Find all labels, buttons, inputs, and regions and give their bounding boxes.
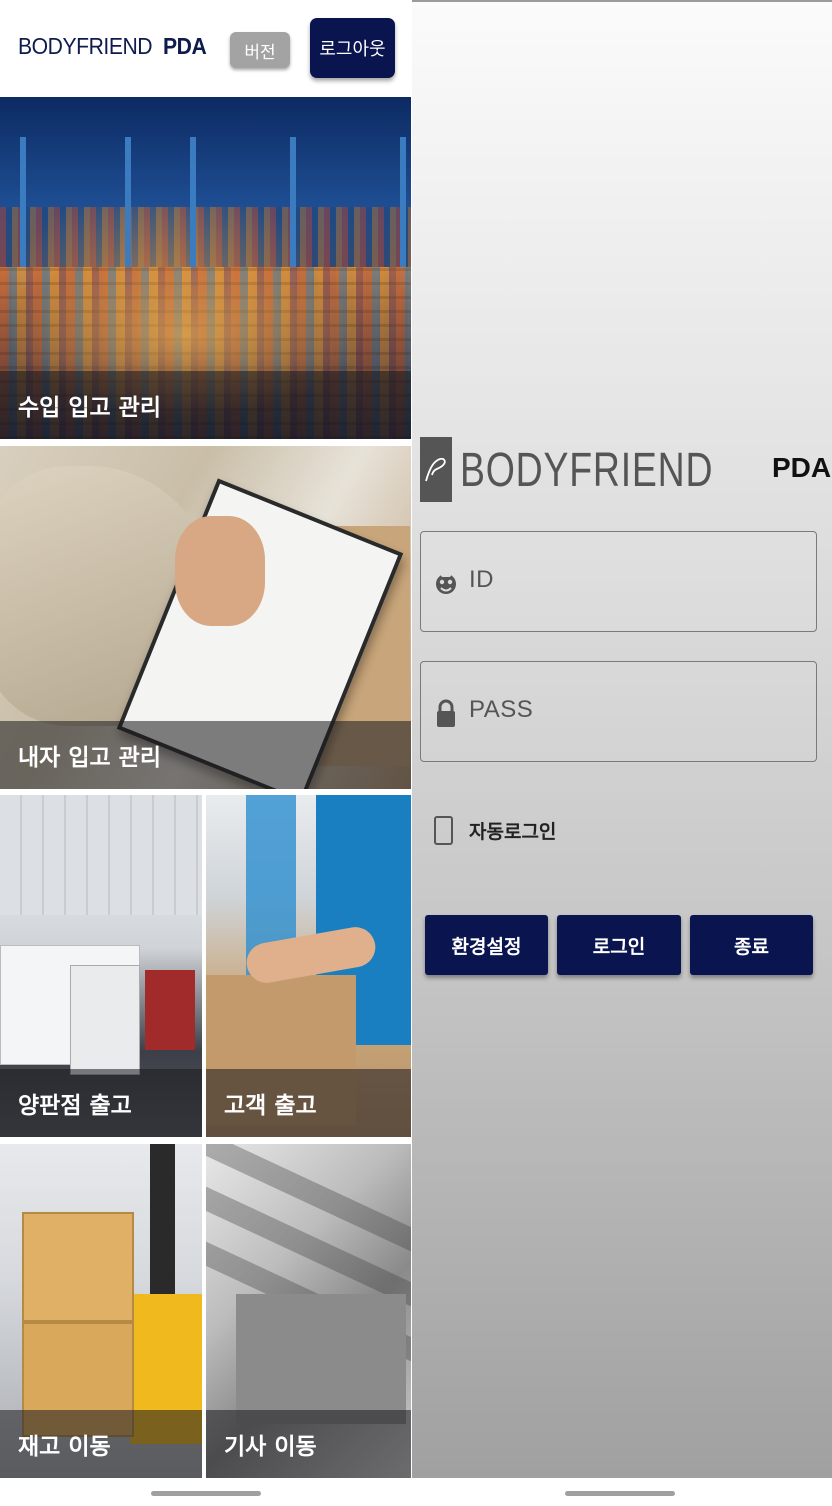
tile-label: 수입 입고 관리 [0,371,411,439]
brand-suffix: PDA [162,33,207,59]
tile-stock-transfer[interactable]: 재고 이동 [0,1144,202,1478]
login-brand-logo: BODYFRIEND [460,444,714,497]
moving-image [236,1294,406,1424]
home-indicator[interactable] [565,1491,675,1496]
tile-label: 재고 이동 [0,1410,202,1478]
user-face-icon [435,568,457,598]
id-field[interactable]: ID [420,531,817,632]
dual-screen: BODYFRIEND PDA 버전 로그아웃 수입 입고 관리 내자 입고 관리 [0,0,832,1506]
menu-header: BODYFRIEND PDA 버전 로그아웃 [0,0,412,97]
forklift-image [22,1212,134,1322]
login-screen: BODYFRIEND PDA ID PASS 자동로그인 환경설정 로그인 종료 [412,0,832,1506]
system-nav-bar [0,1478,412,1506]
pda-label: PDA [772,452,832,483]
lock-icon [435,698,457,728]
brand-main: BODYFRIEND [18,33,153,59]
tile-domestic-receiving[interactable]: 내자 입고 관리 [0,446,411,789]
pass-placeholder: PASS [469,696,534,723]
auto-login-label: 자동로그인 [469,820,557,843]
tile-label: 기사 이동 [206,1410,411,1478]
login-button[interactable]: 로그인 [557,915,681,975]
settings-button[interactable]: 환경설정 [425,915,548,975]
menu-screen: BODYFRIEND PDA 버전 로그아웃 수입 입고 관리 내자 입고 관리 [0,0,412,1506]
tile-import-receiving[interactable]: 수입 입고 관리 [0,97,411,439]
tile-customer-shipping[interactable]: 고객 출고 [206,795,411,1137]
tile-driver-transfer[interactable]: 기사 이동 [206,1144,411,1478]
auto-login-row[interactable]: 자동로그인 [434,815,556,845]
tile-label: 양판점 출고 [0,1069,202,1137]
id-placeholder: ID [469,566,494,593]
system-nav-bar [412,1478,832,1506]
auto-login-checkbox[interactable] [434,815,453,845]
tile-label: 내자 입고 관리 [0,721,411,789]
password-field[interactable]: PASS [420,661,817,762]
bodyfriend-logo-icon [420,437,452,502]
tile-label: 고객 출고 [206,1069,411,1137]
home-indicator[interactable] [151,1491,261,1496]
version-button[interactable]: 버전 [230,32,290,68]
exit-button[interactable]: 종료 [690,915,813,975]
logout-button[interactable]: 로그아웃 [310,18,395,78]
brand-logo: BODYFRIEND PDA [18,33,207,60]
tile-retail-shipping[interactable]: 양판점 출고 [0,795,202,1137]
